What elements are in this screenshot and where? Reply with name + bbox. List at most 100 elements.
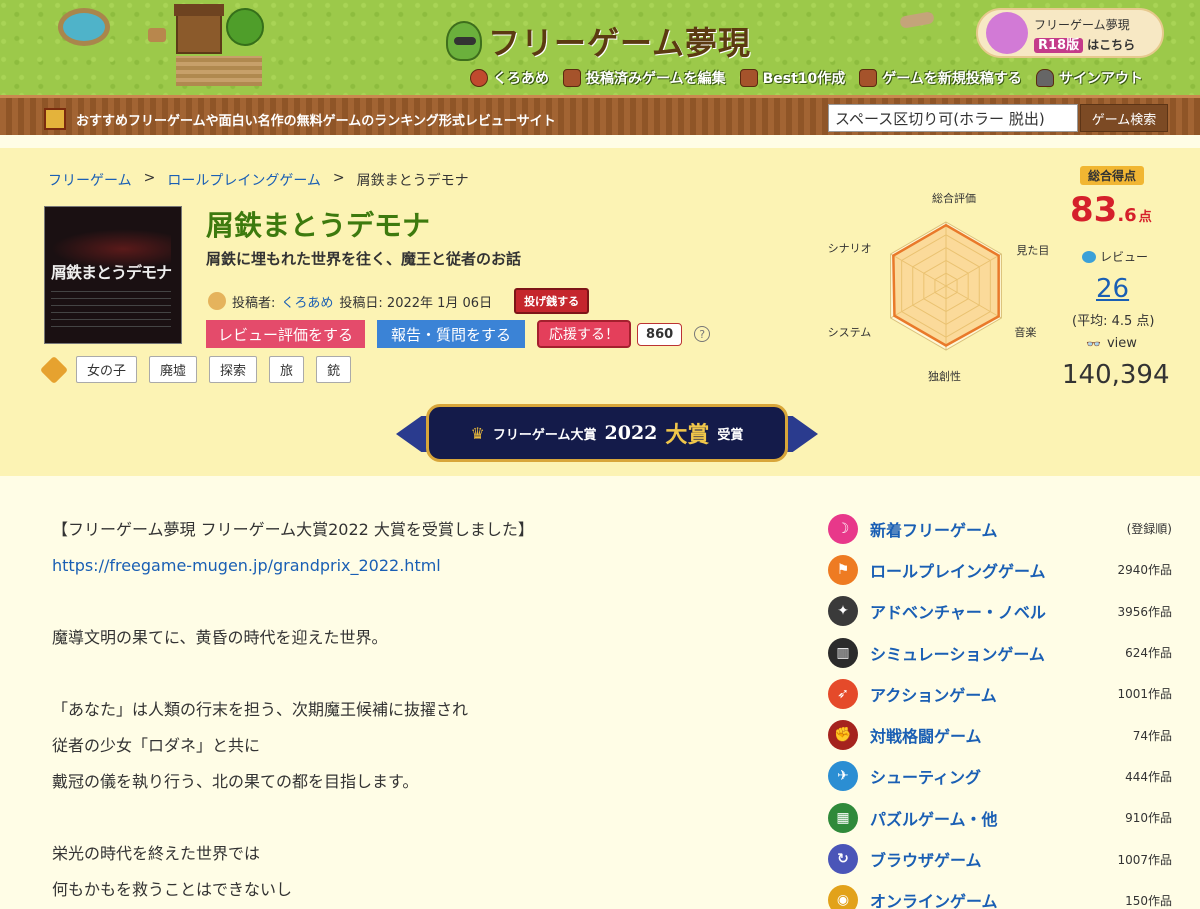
poster-link[interactable]: くろあめ: [281, 292, 333, 311]
adventure-icon: ✦: [828, 596, 858, 627]
score-decimal: .6: [1117, 205, 1137, 226]
post-date: 投稿日: 2022年 1月 06日: [339, 295, 493, 311]
category-list: ☽ 新着フリーゲーム (登録順) ⚑ ロールプレイングゲーム 2940作品 ✦ アドベンチャー…: [828, 508, 1172, 909]
search-input[interactable]: [828, 104, 1078, 132]
nav-edit-label: 投稿済みゲームを編集: [586, 71, 726, 87]
radar-label: システム: [827, 326, 872, 339]
radar-label: 独創性: [928, 370, 961, 383]
category-item[interactable]: ▦ パズルゲーム・他 910作品: [828, 797, 1172, 838]
game-thumbnail[interactable]: 屑鉄まとうデモナ: [44, 206, 182, 344]
tip-button[interactable]: 投げ銭する: [514, 288, 590, 314]
view-label: 👓 view: [1086, 336, 1137, 351]
category-item[interactable]: ✊ 対戦格闘ゲーム 74作品: [828, 714, 1172, 755]
signpost-icon: [859, 69, 878, 87]
category-count: 3956作品: [1117, 604, 1172, 619]
tag[interactable]: 銃: [316, 356, 352, 383]
category-count: 1007作品: [1117, 852, 1172, 867]
award-banner[interactable]: ♛ フリーゲーム大賞 2022 大賞 受賞: [396, 404, 818, 462]
r18-go-text: はこちら: [1087, 38, 1136, 52]
breadcrumb-home[interactable]: フリーゲーム: [48, 170, 132, 190]
treasure-icon: [44, 108, 66, 130]
breadcrumb-current: 屑鉄まとうデモナ: [356, 173, 469, 189]
radar-label: シナリオ: [827, 242, 872, 255]
write-review-button[interactable]: レビュー評価をする: [206, 320, 366, 348]
category-item[interactable]: ◉ オンラインゲーム 150作品: [828, 880, 1172, 909]
category-item[interactable]: ➶ アクションゲーム 1001作品: [828, 673, 1172, 714]
crown-icon: ♛: [470, 423, 485, 443]
category-name: オンラインゲーム: [870, 892, 998, 909]
tag[interactable]: 廃墟: [149, 356, 198, 383]
stump-decoration: [148, 28, 166, 42]
signpost-icon: [739, 69, 758, 87]
category-item[interactable]: ✦ アドベンチャー・ノベル 3956作品: [828, 591, 1172, 632]
site-tagline: おすすめフリーゲームや面白い名作の無料ゲームのランキング形式レビューサイト: [76, 114, 556, 129]
house-decoration: [174, 4, 224, 54]
category-name: パズルゲーム・他: [870, 809, 998, 829]
view-count: 140,394: [1062, 360, 1170, 390]
simulation-icon: ▥: [828, 637, 858, 668]
nav-edit-games[interactable]: 投稿済みゲームを編集: [563, 68, 726, 88]
category-name: シューティング: [870, 768, 982, 788]
review-count-link[interactable]: 26: [1096, 274, 1129, 304]
fighting-icon: ✊: [828, 720, 858, 751]
report-question-button[interactable]: 報告・質問をする: [377, 320, 526, 348]
radar-label: 見た目: [1016, 244, 1050, 257]
cheer-button[interactable]: 応援する！: [537, 320, 632, 348]
view-label-text: view: [1106, 336, 1137, 351]
search-button[interactable]: ゲーム検索: [1080, 104, 1168, 132]
r18-banner-title: フリーゲーム夢現: [1034, 18, 1130, 32]
r18-banner[interactable]: フリーゲーム夢現 R18版 はこちら: [976, 8, 1164, 58]
poster-avatar-icon: [208, 292, 226, 310]
help-icon[interactable]: ?: [694, 326, 711, 342]
category-item[interactable]: ▥ シミュレーションゲーム 624作品: [828, 632, 1172, 673]
category-item[interactable]: ↻ ブラウザゲーム 1007作品: [828, 838, 1172, 879]
category-count: 624作品: [1125, 646, 1172, 661]
description-line: 「あなた」は人類の行末を担う、次期魔王候補に抜擢され: [52, 700, 469, 719]
description-line: https://freegame-mugen.jp/grandprix_2022…: [52, 548, 752, 584]
radar-label: 総合評価: [932, 192, 976, 205]
rpg-icon: ⚑: [828, 554, 858, 585]
puzzle-icon: ▦: [828, 802, 858, 833]
radar-chart: [890, 221, 1002, 351]
nav-user-label: くろあめ: [493, 71, 549, 87]
gravestone-icon: [1035, 69, 1054, 87]
tag[interactable]: 旅: [269, 356, 305, 383]
pond-decoration: [58, 8, 110, 46]
award-received: 受賞: [717, 427, 744, 443]
nav-post-game[interactable]: ゲームを新規投稿する: [859, 68, 1022, 88]
online-icon: ◉: [828, 885, 858, 909]
breadcrumb-separator: >: [332, 170, 345, 186]
poster-label: 投稿者:: [232, 295, 276, 311]
game-subtitle: 屑鉄に埋もれた世界を往く、魔王と従者のお話: [206, 250, 522, 268]
tagline-band: おすすめフリーゲームや面白い名作の無料ゲームのランキング形式レビューサイト ゲー…: [0, 95, 1200, 135]
nav-signout[interactable]: サインアウト: [1035, 68, 1143, 88]
category-item[interactable]: ✈ シューティング 444作品: [828, 756, 1172, 797]
nav-user[interactable]: くろあめ: [470, 68, 549, 88]
field-decoration: [176, 56, 262, 86]
description-line: 従者の少女「ロダネ」と共に: [52, 736, 261, 755]
thumbnail-text-lines: [51, 287, 171, 327]
nav-best10[interactable]: Best10作成: [739, 68, 845, 88]
r18-banner-line: R18版 はこちら: [1034, 34, 1135, 53]
site-logo[interactable]: フリーゲーム夢現: [446, 18, 751, 64]
category-count: 1001作品: [1117, 687, 1172, 702]
breadcrumb: フリーゲーム > ロールプレイングゲーム > 屑鉄まとうデモナ: [48, 170, 469, 190]
category-name: アドベンチャー・ノベル: [870, 603, 1046, 623]
description-line: 【フリーゲーム夢現 フリーゲーム大賞2022 大賞を受賞しました】: [52, 520, 534, 539]
category-name: アクションゲーム: [870, 685, 997, 705]
category-item[interactable]: ☽ 新着フリーゲーム (登録順): [828, 508, 1172, 549]
tag[interactable]: 探索: [209, 356, 258, 383]
tag[interactable]: 女の子: [76, 356, 138, 383]
r18-avatar-icon: [986, 12, 1028, 54]
logo-text: フリーゲーム夢現: [488, 24, 752, 62]
description-line: [52, 656, 752, 692]
glasses-icon: 👓: [1086, 336, 1101, 351]
game-meta: 投稿者: くろあめ 投稿日: 2022年 1月 06日 投げ銭する: [208, 288, 590, 314]
breadcrumb-category[interactable]: ロールプレイングゲーム: [167, 170, 321, 190]
game-title: 屑鉄まとうデモナ: [206, 209, 431, 242]
category-item[interactable]: ⚑ ロールプレイングゲーム 2940作品: [828, 549, 1172, 590]
category-name: ブラウザゲーム: [870, 851, 982, 871]
award-plate: ♛ フリーゲーム大賞 2022 大賞 受賞: [426, 404, 788, 462]
award-link[interactable]: https://freegame-mugen.jp/grandprix_2022…: [52, 556, 441, 575]
award-name: フリーゲーム大賞: [492, 427, 597, 443]
